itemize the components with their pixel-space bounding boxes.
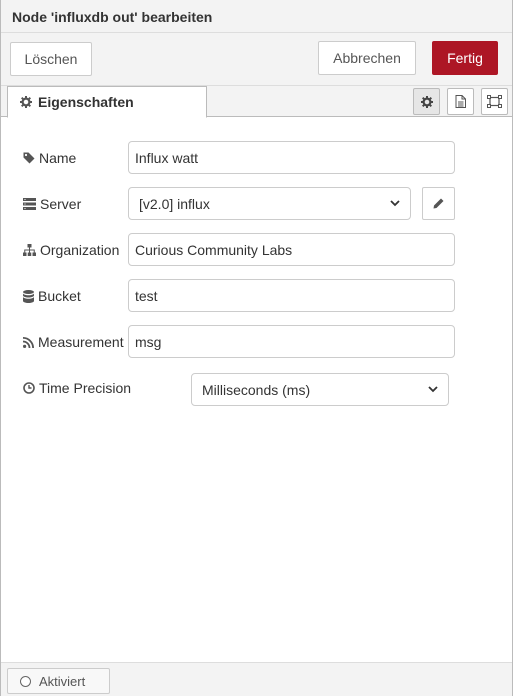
tab-properties-label: Eigenschaften (38, 94, 134, 110)
chevron-down-icon (390, 200, 400, 207)
appearance-tab-button[interactable] (481, 88, 508, 115)
tag-icon (23, 152, 35, 164)
time-precision-select[interactable]: Milliseconds (ms) (191, 373, 449, 406)
organization-row: Organization Curious Community Labs (23, 233, 463, 267)
time-precision-row: Time Precision Milliseconds (ms) (23, 371, 463, 406)
measurement-input[interactable]: msg (128, 325, 455, 358)
bucket-label: Bucket (23, 279, 81, 313)
measurement-row: Measurement msg (23, 325, 463, 359)
pencil-icon (433, 198, 444, 209)
server-row: Server [v2.0] influx (23, 187, 463, 221)
gear-icon (420, 95, 433, 108)
delete-button[interactable]: Löschen (10, 42, 92, 76)
tab-bar: Eigenschaften (1, 86, 512, 118)
bucket-row: Bucket test (23, 279, 463, 313)
toggle-circle-icon (20, 675, 31, 687)
edit-tray: Node 'influxdb out' bearbeiten Löschen A… (0, 0, 513, 696)
name-row: Name Influx watt (23, 141, 463, 175)
time-precision-label: Time Precision (23, 371, 131, 405)
clock-icon (23, 382, 35, 394)
enabled-label: Aktiviert (39, 673, 86, 689)
server-icon (23, 198, 36, 210)
organization-label: Organization (23, 233, 119, 267)
measurement-label: Measurement (23, 325, 124, 359)
tray-title: Node 'influxdb out' bearbeiten (12, 9, 213, 25)
settings-tab-button[interactable] (413, 88, 440, 115)
done-button[interactable]: Fertig (432, 41, 498, 75)
gear-icon (20, 96, 32, 108)
name-label: Name (23, 141, 76, 175)
rss-icon (23, 336, 34, 348)
sitemap-icon (23, 244, 36, 256)
description-tab-button[interactable] (447, 88, 474, 115)
appearance-icon (487, 95, 502, 108)
description-icon (455, 95, 466, 108)
organization-input[interactable]: Curious Community Labs (128, 233, 455, 266)
tray-toolbar: Löschen Abbrechen Fertig (1, 33, 512, 86)
name-input[interactable]: Influx watt (128, 141, 455, 174)
database-icon (23, 289, 34, 303)
tray-header: Node 'influxdb out' bearbeiten (1, 0, 512, 33)
chevron-down-icon (428, 386, 438, 393)
cancel-button[interactable]: Abbrechen (318, 41, 416, 75)
enabled-toggle[interactable]: Aktiviert (7, 668, 110, 694)
tray-footer: Aktiviert (1, 662, 512, 696)
server-label: Server (23, 187, 81, 221)
edit-server-button[interactable] (422, 187, 455, 220)
bucket-input[interactable]: test (128, 279, 455, 312)
server-select[interactable]: [v2.0] influx (128, 187, 411, 220)
tab-properties[interactable]: Eigenschaften (7, 86, 207, 118)
